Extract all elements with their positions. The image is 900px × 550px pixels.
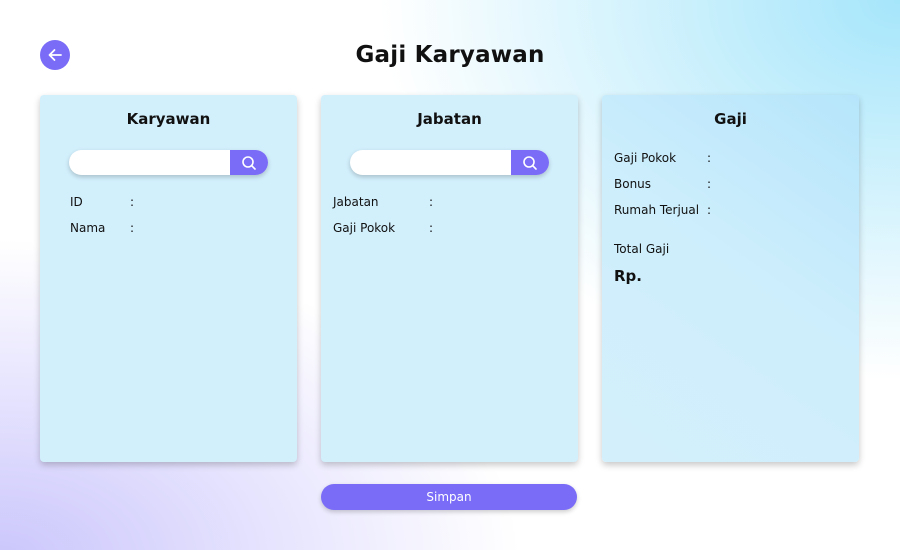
id-label: ID [70, 195, 83, 209]
jabatan-search-button[interactable] [511, 150, 549, 175]
karyawan-title: Karyawan [126, 110, 211, 128]
search-icon [523, 155, 537, 170]
gaji-pokok-colon: : [707, 151, 712, 165]
karyawan-search-input[interactable] [69, 150, 229, 175]
nama-colon: : [130, 221, 135, 235]
total-gaji-label: Total Gaji [614, 242, 670, 256]
jabatan-title: Jabatan [417, 110, 482, 128]
gaji-panel: Gaji Gaji Pokok : Bonus : Rumah Terjual … [602, 95, 859, 462]
jabatan-gaji-pokok-label: Gaji Pokok [333, 221, 396, 235]
jabatan-panel: Jabatan Jabatan : Gaji Pokok : [321, 95, 578, 462]
total-gaji-value: Rp. [614, 267, 642, 285]
karyawan-search-button[interactable] [230, 150, 268, 175]
search-icon [242, 155, 256, 170]
bonus-label: Bonus [614, 177, 652, 191]
karyawan-search [69, 150, 268, 175]
page-title: Gaji Karyawan [355, 42, 545, 68]
save-button[interactable]: Simpan [321, 484, 577, 510]
rumah-terjual-label: Rumah Terjual [614, 203, 700, 217]
jabatan-search [350, 150, 549, 175]
jabatan-label: Jabatan [333, 195, 379, 209]
id-colon: : [130, 195, 135, 209]
bonus-colon: : [707, 177, 712, 191]
gaji-title: Gaji [714, 110, 747, 128]
jabatan-gaji-pokok-colon: : [429, 221, 434, 235]
jabatan-colon: : [429, 195, 434, 209]
nama-label: Nama [70, 221, 106, 235]
gaji-pokok-label: Gaji Pokok [614, 151, 677, 165]
rumah-terjual-colon: : [707, 203, 712, 217]
jabatan-search-input[interactable] [350, 150, 510, 175]
karyawan-panel: Karyawan ID : Nama : [40, 95, 297, 462]
